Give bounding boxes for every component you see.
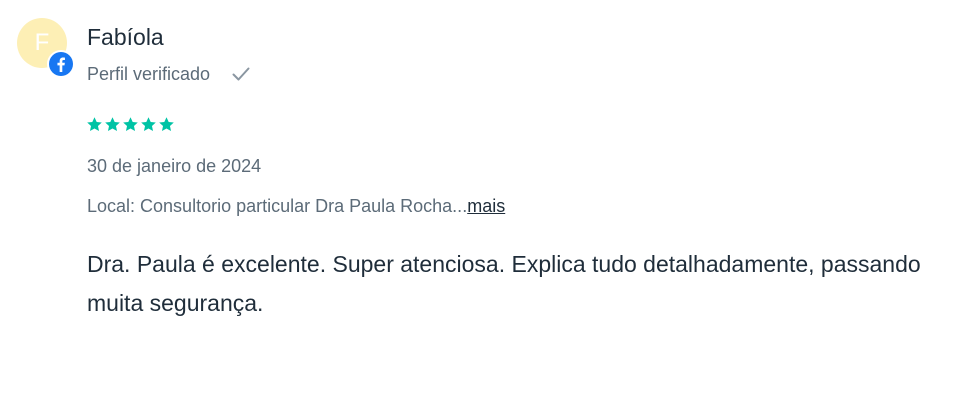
- verified-label: Perfil verificado: [87, 63, 211, 84]
- star-icon: [159, 117, 174, 132]
- star-rating: [86, 116, 175, 133]
- review-date: 30 de janeiro de 2024: [87, 156, 262, 176]
- facebook-icon: [47, 50, 75, 78]
- star-icon: [141, 117, 156, 132]
- more-link[interactable]: mais: [467, 196, 505, 216]
- location-text: Local: Consultorio particular Dra Paula …: [87, 196, 468, 216]
- star-icon: [105, 117, 120, 132]
- author-name: Fabíola: [87, 24, 164, 50]
- star-icon: [123, 117, 138, 132]
- review-comment: Dra. Paula é excelente. Super atenciosa.…: [87, 251, 921, 316]
- avatar-initial: F: [34, 29, 50, 56]
- star-icon: [87, 117, 102, 132]
- review-card: F Fabíola Perfil verificado 30 de janeir…: [0, 0, 978, 407]
- check-icon: [230, 63, 252, 85]
- verified-profile: Perfil verificado: [87, 63, 252, 85]
- review-location: Local: Consultorio particular Dra Paula …: [87, 196, 505, 217]
